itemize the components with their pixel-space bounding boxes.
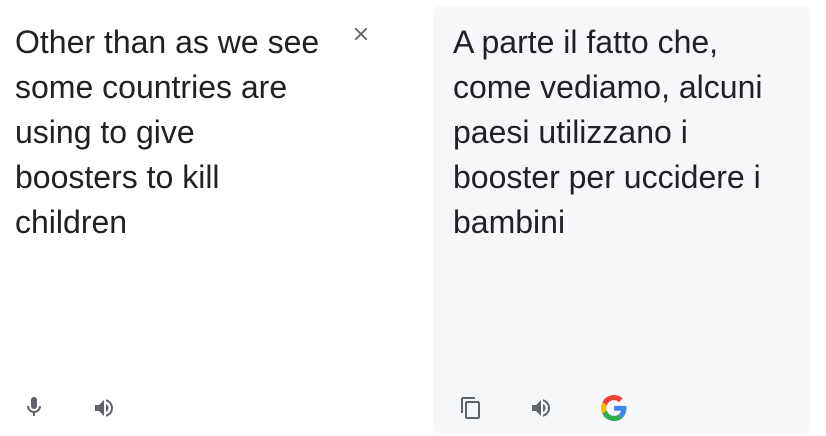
listen-translation-button[interactable] (523, 390, 559, 426)
speaker-icon (532, 399, 550, 417)
microphone-button[interactable] (16, 389, 52, 425)
google-logo-icon (601, 395, 627, 421)
copy-icon (461, 397, 480, 419)
copy-button[interactable] (453, 390, 489, 426)
close-icon (354, 27, 368, 41)
target-text: A parte il fatto che, come vediamo, alcu… (453, 24, 763, 240)
microphone-icon (27, 397, 41, 416)
source-text[interactable]: Other than as we see some countries are … (15, 20, 325, 245)
target-pane: A parte il fatto che, come vediamo, alcu… (433, 6, 810, 434)
clear-button[interactable] (343, 16, 379, 52)
speaker-icon (95, 399, 113, 417)
source-pane: Other than as we see some countries are … (0, 0, 420, 436)
listen-source-button[interactable] (86, 390, 122, 426)
google-search-button[interactable] (596, 390, 632, 426)
translate-panel: Other than as we see some countries are … (0, 0, 826, 436)
